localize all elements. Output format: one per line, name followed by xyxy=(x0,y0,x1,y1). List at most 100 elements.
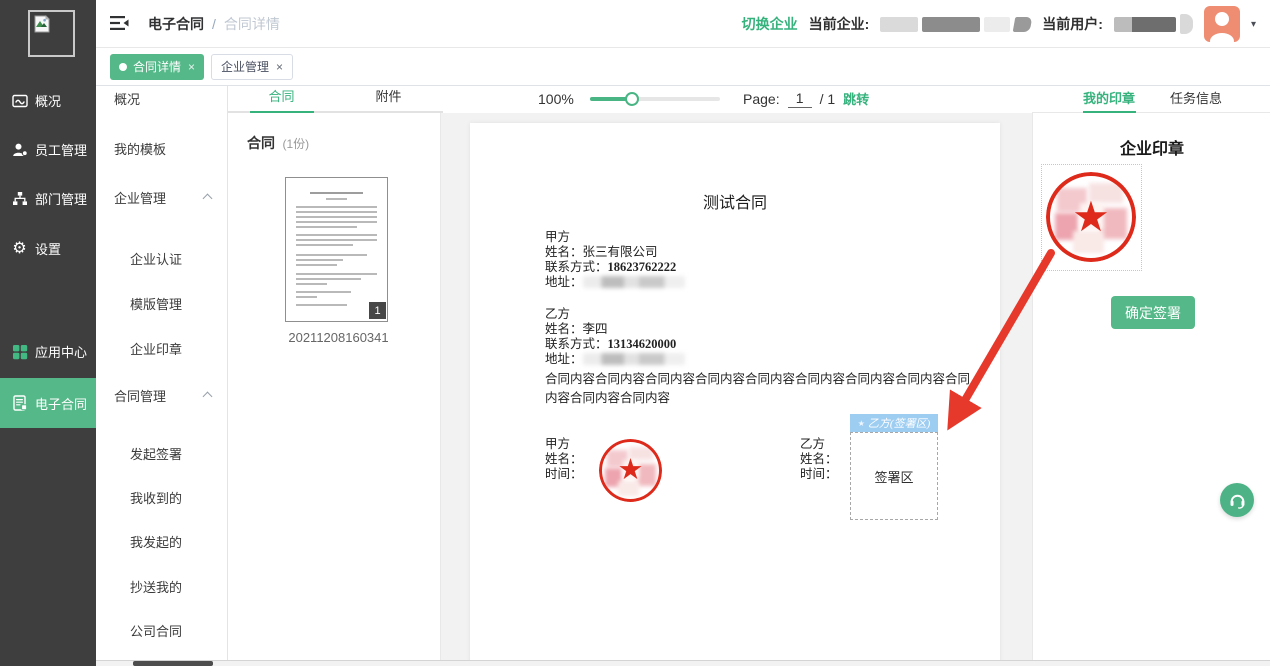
breadcrumb-current: 合同详情 xyxy=(224,14,280,34)
overview-icon xyxy=(11,92,28,109)
primary-sidebar: 概况 员工管理 部门管理 ⚙ 设置 应用中心 xyxy=(0,0,96,666)
close-icon[interactable]: × xyxy=(276,60,283,74)
active-dot-icon xyxy=(119,63,127,71)
close-icon[interactable]: × xyxy=(188,60,195,74)
thumbnail-count: (1份) xyxy=(282,137,309,151)
sidebar-item-label: 部门管理 xyxy=(35,189,87,208)
zoom-slider[interactable] xyxy=(590,97,720,101)
page-number-input[interactable]: 1 xyxy=(788,90,812,108)
e-contract-icon xyxy=(11,395,28,412)
tab-task-info[interactable]: 任务信息 xyxy=(1170,88,1222,107)
breadcrumb: 电子合同 / 合同详情 xyxy=(148,0,280,48)
customer-service-button[interactable] xyxy=(1220,483,1254,517)
settings-icon: ⚙ xyxy=(11,240,28,257)
current-company-redacted xyxy=(880,17,1031,32)
zoom-control: 100% xyxy=(538,86,720,111)
caret-down-icon[interactable]: ▾ xyxy=(1251,19,1256,30)
document-tabs: 合同 附件 xyxy=(228,86,443,113)
app-center-icon xyxy=(11,343,28,360)
scrollbar-thumb[interactable] xyxy=(133,661,213,666)
chevron-up-icon[interactable] xyxy=(204,391,212,399)
seal-section-title: 企业印章 xyxy=(1033,135,1270,159)
thumbnail-panel: 合同 (1份) 1 20211208160341 xyxy=(228,113,441,666)
thumbnail-title: 合同 xyxy=(247,135,275,151)
sidebar-item-overview[interactable]: 概况 xyxy=(0,76,96,125)
page-thumbnail[interactable]: 1 xyxy=(285,177,388,322)
viewer-toolbar: 合同 附件 100% Page: 1 / 1 跳转 我的印章 任务信息 xyxy=(228,86,1270,113)
app-window: 概况 员工管理 部门管理 ⚙ 设置 应用中心 xyxy=(0,0,1270,666)
submenu-company-seal[interactable]: 企业印章 xyxy=(130,341,182,359)
seal-panel: 企业印章 ★ 确定签署 xyxy=(1032,113,1270,666)
horizontal-scrollbar[interactable] xyxy=(96,660,1270,666)
avatar-person-icon xyxy=(1215,12,1229,26)
page-label: Page: xyxy=(743,91,780,107)
tag-label: 合同详情 xyxy=(133,58,181,75)
document-viewport[interactable]: 测试合同 甲方 姓名：张三有限公司 联系方式：18623762222 地址： 乙… xyxy=(441,113,1032,666)
tab-my-seal[interactable]: 我的印章 xyxy=(1083,88,1135,107)
sidebar-item-label: 员工管理 xyxy=(35,140,87,159)
company-seal-on-document: ★ xyxy=(599,439,662,502)
employees-icon xyxy=(11,141,28,158)
confirm-sign-button[interactable]: 确定签署 xyxy=(1111,296,1195,329)
switch-company-link[interactable]: 切换企业 xyxy=(742,14,798,34)
contract-page: 测试合同 甲方 姓名：张三有限公司 联系方式：18623762222 地址： 乙… xyxy=(470,123,1000,666)
contract-body-text: 合同内容合同内容合同内容合同内容合同内容合同内容合同内容合同内容合同内容合同内容… xyxy=(545,370,973,408)
signature-drop-zone[interactable]: 签署区 xyxy=(850,432,938,520)
sidebar-item-departments[interactable]: 部门管理 xyxy=(0,174,96,223)
party-a-address: 地址： xyxy=(545,271,685,290)
jump-link[interactable]: 跳转 xyxy=(843,89,869,108)
tag-view-bar: 合同详情 × 企业管理 × xyxy=(96,48,1270,86)
address-redacted xyxy=(583,353,685,365)
submenu-received[interactable]: 我收到的 xyxy=(130,490,182,508)
tab-attachment[interactable]: 附件 xyxy=(335,86,442,111)
submenu-template-mgmt[interactable]: 模版管理 xyxy=(130,296,182,314)
address-redacted xyxy=(583,276,685,288)
zoom-value: 100% xyxy=(538,91,574,107)
breadcrumb-section[interactable]: 电子合同 xyxy=(148,14,204,34)
page-navigation: Page: 1 / 1 跳转 xyxy=(743,86,869,111)
submenu-company-mgmt[interactable]: 企业管理 xyxy=(114,190,166,208)
user-avatar[interactable] xyxy=(1204,6,1240,42)
sidebar-item-app-center[interactable]: 应用中心 xyxy=(0,327,96,376)
submenu-my-templates[interactable]: 我的模板 xyxy=(114,141,166,159)
submenu-initiate-sign[interactable]: 发起签署 xyxy=(130,446,182,464)
sidebar-item-label: 概况 xyxy=(35,91,61,110)
headset-icon xyxy=(1228,491,1247,510)
current-user-label: 当前用户: xyxy=(1042,14,1103,34)
page-total: / 1 xyxy=(820,91,836,107)
contract-file-name: 20211208160341 xyxy=(266,330,411,345)
secondary-sidebar: 概况 我的模板 企业管理 企业认证 模版管理 企业印章 合同管理 发起签署 我收… xyxy=(96,86,228,661)
submenu-company-contract[interactable]: 公司合同 xyxy=(130,623,182,641)
sidebar-item-label: 电子合同 xyxy=(35,394,87,413)
chevron-up-icon[interactable] xyxy=(204,193,212,201)
slider-knob[interactable] xyxy=(625,92,639,106)
submenu-company-auth[interactable]: 企业认证 xyxy=(130,251,182,269)
submenu-initiated[interactable]: 我发起的 xyxy=(130,534,182,552)
company-seal-item[interactable]: ★ xyxy=(1041,164,1142,271)
sidebar-collapse-icon[interactable] xyxy=(110,15,130,31)
company-seal-image: ★ xyxy=(1046,172,1136,262)
sign-b-time: 时间： xyxy=(800,463,838,482)
tag-company-management[interactable]: 企业管理 × xyxy=(211,54,293,80)
sidebar-item-label: 应用中心 xyxy=(35,342,87,361)
current-company-label: 当前企业: xyxy=(809,14,870,34)
sign-zone-label: 签署区 xyxy=(874,467,913,486)
sidebar-item-settings[interactable]: ⚙ 设置 xyxy=(0,224,96,273)
submenu-overview[interactable]: 概况 xyxy=(114,91,140,109)
breadcrumb-separator: / xyxy=(212,16,216,32)
thumbnail-page-badge: 1 xyxy=(369,302,386,319)
sidebar-item-employees[interactable]: 员工管理 xyxy=(0,125,96,174)
top-header: 电子合同 / 合同详情 切换企业 当前企业: 当前用户: ▾ xyxy=(96,0,1270,48)
submenu-cc-me[interactable]: 抄送我的 xyxy=(130,579,182,597)
sign-zone-tag: ★ 乙方(签署区) xyxy=(850,414,938,432)
star-icon: ★ xyxy=(858,419,865,428)
sidebar-item-label: 设置 xyxy=(35,239,61,258)
tab-contract[interactable]: 合同 xyxy=(228,86,335,111)
thumbnail-heading: 合同 (1份) xyxy=(247,133,309,153)
departments-icon xyxy=(11,190,28,207)
current-user-redacted xyxy=(1114,14,1193,34)
sign-a-time: 时间： xyxy=(545,463,583,482)
tag-contract-detail[interactable]: 合同详情 × xyxy=(110,54,204,80)
submenu-contract-mgmt[interactable]: 合同管理 xyxy=(114,388,166,406)
sidebar-item-e-contract[interactable]: 电子合同 xyxy=(0,378,96,428)
